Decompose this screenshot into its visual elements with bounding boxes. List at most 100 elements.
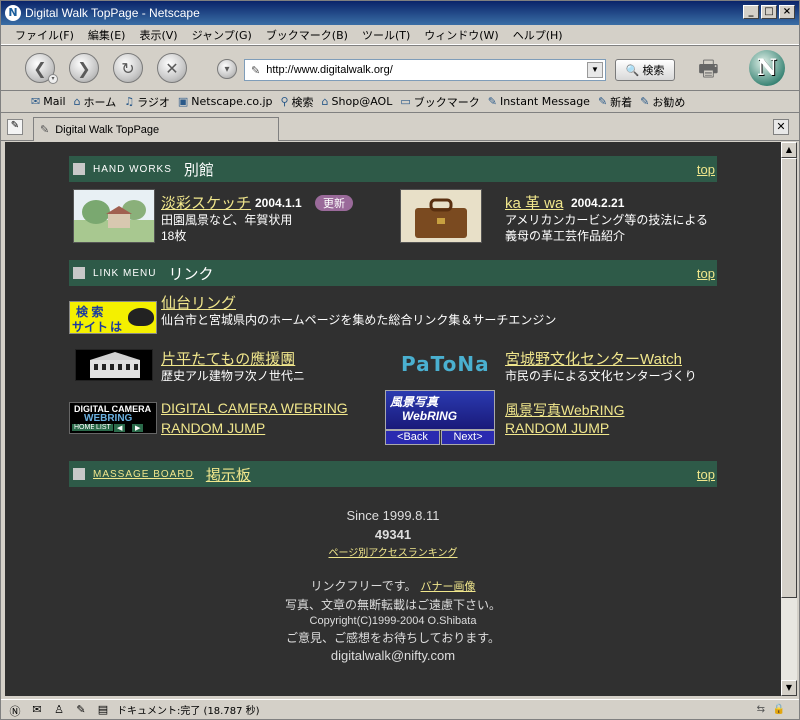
- close-tab-button[interactable]: ✕: [773, 119, 789, 135]
- square-icon: [73, 163, 85, 175]
- sendai-ring-banner[interactable]: 検 索 サイト は: [69, 301, 157, 334]
- maximize-button[interactable]: □: [761, 5, 777, 19]
- prev-arrow-icon[interactable]: ◀: [114, 424, 126, 432]
- section-title-en[interactable]: MASSAGE BOARD: [93, 469, 194, 480]
- search-icon: ⚲: [280, 95, 289, 108]
- message-board-link[interactable]: 掲示板: [206, 464, 251, 485]
- menu-tools[interactable]: ツール(T): [356, 27, 416, 43]
- menu-help[interactable]: ヘルプ(H): [507, 27, 569, 43]
- home-icon: ⌂: [73, 95, 81, 108]
- toolbar-item-search[interactable]: ⚲ 検索: [280, 94, 313, 110]
- sendai-ring-desc: 仙台市と宮城県内のホームページを集めた総合リンク集＆サーチエンジン: [161, 313, 557, 327]
- next-arrow-icon[interactable]: ▶: [132, 424, 144, 432]
- connection-icon: ⇆: [756, 704, 765, 715]
- miyagino-link[interactable]: 宮城野文化センターWatch: [505, 348, 682, 369]
- menu-file[interactable]: ファイル(F): [9, 27, 80, 43]
- mail-icon[interactable]: ✉: [29, 703, 45, 717]
- close-button[interactable]: ×: [779, 5, 795, 19]
- toolbar-item-radio[interactable]: ♫ ラジオ: [124, 94, 170, 110]
- toolbar-item-im[interactable]: ✎ Instant Message: [488, 95, 590, 108]
- vertical-scrollbar[interactable]: ▲ ▼: [781, 142, 797, 696]
- katahira-banner[interactable]: [75, 349, 153, 381]
- section-title-en: LINK MENU: [93, 267, 157, 279]
- digital-camera-webring-banner[interactable]: DIGITAL CAMERA WEBRING HOME LIST ◀ ▶: [69, 402, 157, 434]
- menu-bookmarks[interactable]: ブックマーク(B): [260, 27, 354, 43]
- link-icon: ✎: [597, 95, 608, 108]
- security-lock-icon: 🔒: [772, 704, 785, 715]
- scroll-up-arrow-icon[interactable]: ▲: [781, 142, 797, 158]
- new-tab-icon[interactable]: ✎: [7, 119, 23, 135]
- reload-icon: ↻: [121, 58, 135, 78]
- toolbar-item-bookmarks[interactable]: ▭ ブックマーク: [400, 94, 479, 110]
- copy-notice: 写真、文章の無断転載はご遠慮下さい。: [284, 598, 501, 612]
- address-book-icon[interactable]: ▤: [95, 703, 111, 717]
- sketch-date: 2004.1.1: [255, 196, 302, 210]
- im-icon[interactable]: ♙: [51, 703, 67, 717]
- email-address: digitalwalk@nifty.com: [330, 648, 456, 663]
- toolbar-item-shop[interactable]: ⌂ Shop@AOL: [322, 95, 393, 108]
- top-link[interactable]: top: [697, 162, 715, 177]
- minimize-button[interactable]: _: [743, 5, 759, 19]
- comments-text: ご意見、ご感想をお待ちしております。: [285, 631, 501, 645]
- toolbar-item-recommend[interactable]: ✎ お勧め: [640, 94, 685, 110]
- scroll-down-arrow-icon[interactable]: ▼: [781, 680, 797, 696]
- fukei-random-jump-link[interactable]: RANDOM JUMP: [505, 420, 609, 436]
- back-button[interactable]: ❮ ▾: [25, 53, 58, 84]
- toolbar-item-new[interactable]: ✎ 新着: [598, 94, 632, 110]
- print-icon[interactable]: 🖶: [698, 52, 719, 90]
- back-dropdown-icon[interactable]: ▾: [48, 74, 58, 84]
- composer-icon[interactable]: ✎: [73, 703, 89, 717]
- toolbar-item-mail[interactable]: ✉ Mail: [31, 95, 66, 108]
- search-button[interactable]: 🔍 検索: [615, 59, 675, 81]
- status-bar: Ⓝ ✉ ♙ ✎ ▤ ドキュメント:完了 (18.787 秒) ⇆ 🔒: [1, 699, 799, 719]
- page-icon: ✎: [40, 124, 50, 136]
- fukei-webring-link[interactable]: 風景写真WebRING: [505, 400, 625, 420]
- camera-random-jump-link[interactable]: RANDOM JUMP: [161, 420, 265, 436]
- shop-icon: ⌂: [321, 95, 329, 108]
- netscape-icon: N: [5, 5, 21, 21]
- section-title-jp: リンク: [168, 265, 214, 283]
- menu-go[interactable]: ジャンプ(G): [186, 27, 258, 43]
- reload-button[interactable]: ↻: [113, 53, 143, 83]
- stop-icon: ✕: [165, 58, 179, 78]
- forward-arrow-icon: ❯: [77, 58, 91, 78]
- menu-edit[interactable]: 編集(E): [82, 27, 132, 43]
- sketch-thumbnail[interactable]: [73, 189, 155, 243]
- netscape-logo[interactable]: N: [749, 50, 785, 86]
- katahira-link[interactable]: 片平たてもの應援團: [161, 348, 295, 369]
- forward-button[interactable]: ❯: [69, 53, 99, 83]
- camera-webring-link[interactable]: DIGITAL CAMERA WEBRING: [161, 400, 348, 416]
- square-icon: [73, 468, 85, 480]
- toolbar-item-home[interactable]: ⌂ ホーム: [74, 94, 117, 110]
- scrollbar-thumb[interactable]: [781, 158, 797, 598]
- patona-logo[interactable]: PaToNa: [401, 352, 490, 376]
- fukei-webring-banner[interactable]: 風景写真 WebRING: [385, 390, 495, 430]
- tab-title: Digital Walk TopPage: [55, 123, 160, 136]
- section-link-menu: LINK MENU リンク top: [69, 260, 717, 286]
- section-hand-works: HAND WORKS 別館 top: [69, 156, 717, 182]
- webring-next-button[interactable]: Next>: [441, 430, 495, 445]
- top-link[interactable]: top: [697, 266, 715, 281]
- home-dropdown-button[interactable]: ▾: [217, 59, 237, 79]
- top-link[interactable]: top: [697, 467, 715, 482]
- stop-button[interactable]: ✕: [157, 53, 187, 83]
- netscape-icon[interactable]: Ⓝ: [7, 703, 23, 718]
- browser-window: N Digital Walk TopPage - Netscape _ □ × …: [0, 0, 800, 720]
- webring-back-button[interactable]: <Back: [385, 430, 440, 445]
- url-text: http://www.digitalwalk.org/: [266, 64, 393, 76]
- banner-image-link[interactable]: バナー画像: [421, 581, 476, 593]
- personal-toolbar: ✉ Mail ⌂ ホーム ♫ ラジオ ▣ Netscape.co.jp ⚲ 検索 ⌂ Sho…: [1, 91, 799, 113]
- leather-link[interactable]: ka 革 wa: [505, 192, 563, 213]
- sendai-ring-link[interactable]: 仙台リング: [161, 292, 236, 313]
- menu-view[interactable]: 表示(V): [133, 27, 183, 43]
- toolbar-item-netscape[interactable]: ▣ Netscape.co.jp: [178, 95, 273, 108]
- copyright-text: Copyright(C)1999-2004 O.Shibata: [309, 615, 477, 627]
- url-field[interactable]: ✎ http://www.digitalwalk.org/ ▼: [244, 59, 606, 81]
- sketch-link[interactable]: 淡彩スケッチ: [161, 192, 251, 213]
- tab-digital-walk[interactable]: ✎ Digital Walk TopPage: [33, 117, 279, 141]
- menu-window[interactable]: ウィンドウ(W): [418, 27, 504, 43]
- tab-bar: ✎ ✎ Digital Walk TopPage ✕: [1, 113, 799, 141]
- access-ranking-link[interactable]: ページ別アクセスランキング: [329, 548, 458, 559]
- leather-thumbnail[interactable]: [400, 189, 482, 243]
- url-dropdown-icon[interactable]: ▼: [587, 62, 603, 78]
